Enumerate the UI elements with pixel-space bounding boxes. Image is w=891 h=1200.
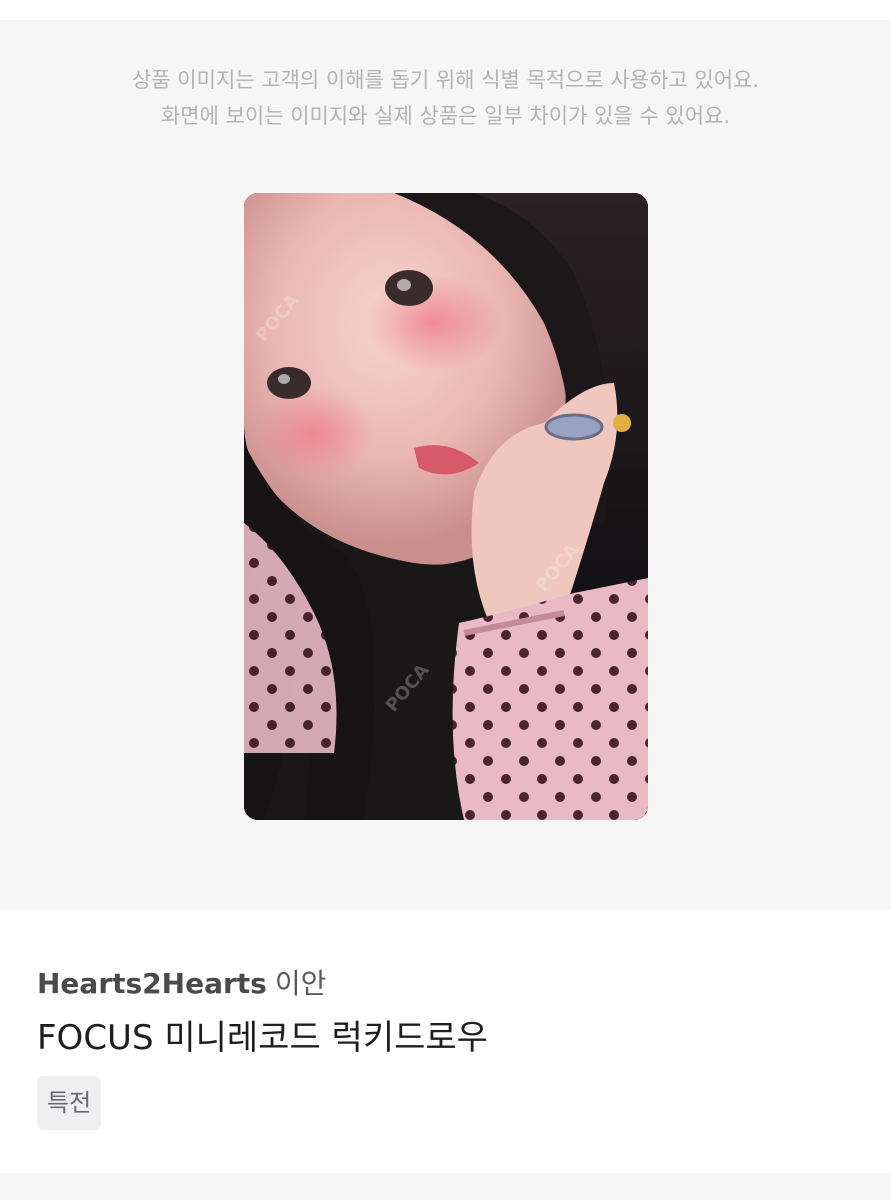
disclaimer-line-1: 상품 이미지는 고객의 이해를 돕기 위해 식별 목적으로 사용하고 있어요. [131,68,760,92]
product-tag: 특전 [37,1076,102,1130]
top-spacer [0,0,891,20]
product-title: FOCUS 미니레코드 럭키드로우 [37,1018,488,1058]
artist-line: Hearts2Hearts 이안 [37,962,326,1002]
member-name: 이안 [274,967,327,1000]
artist-name[interactable]: Hearts2Hearts [37,967,267,1000]
disclaimer-line-2: 화면에 보이는 이미지와 실제 상품은 일부 차이가 있을 수 있어요. [160,104,731,128]
bottom-divider [0,1173,891,1200]
product-info-section: Hearts2Hearts 이안 FOCUS 미니레코드 럭키드로우 특전 [0,910,891,1173]
product-photocard-image[interactable]: POCA POCA POCA [244,193,648,820]
image-disclaimer: 상품 이미지는 고객의 이해를 돕기 위해 식별 목적으로 사용하고 있어요. … [0,62,891,134]
photocard-illustration: POCA POCA POCA [244,193,648,820]
